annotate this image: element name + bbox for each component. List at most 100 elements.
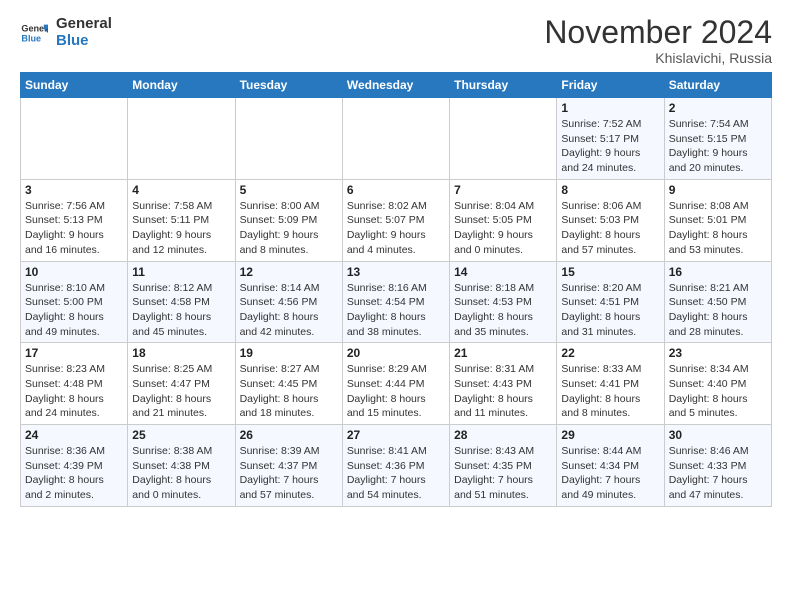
table-row: 16 Sunrise: 8:21 AMSunset: 4:50 PMDayligh… bbox=[664, 261, 771, 343]
day-number: 13 bbox=[347, 265, 445, 279]
day-number: 16 bbox=[669, 265, 767, 279]
table-row: 23 Sunrise: 8:34 AMSunset: 4:40 PMDayligh… bbox=[664, 343, 771, 425]
table-row: 10Sunrise: 8:10 AMSunset: 5:00 PMDayligh… bbox=[21, 261, 128, 343]
day-detail: Sunrise: 8:36 AMSunset: 4:39 PMDaylight:… bbox=[25, 444, 123, 503]
table-row: 24 Sunrise: 8:36 AMSunset: 4:39 PMDayligh… bbox=[21, 425, 128, 507]
day-detail: Sunrise: 8:41 AMSunset: 4:36 PMDaylight:… bbox=[347, 444, 445, 503]
day-number: 12 bbox=[240, 265, 338, 279]
day-detail: Sunrise: 8:06 AMSunset: 5:03 PMDaylight:… bbox=[561, 199, 659, 258]
day-detail: Sunrise: 8:12 AMSunset: 4:58 PMDaylight:… bbox=[132, 281, 230, 340]
table-row: 14 Sunrise: 8:18 AMSunset: 4:53 PMDayligh… bbox=[450, 261, 557, 343]
day-number: 14 bbox=[454, 265, 552, 279]
day-detail: Sunrise: 8:34 AMSunset: 4:40 PMDaylight:… bbox=[669, 362, 767, 421]
table-row bbox=[128, 98, 235, 180]
table-row: 3Sunrise: 7:56 AMSunset: 5:13 PMDaylight… bbox=[21, 179, 128, 261]
day-number: 3 bbox=[25, 183, 123, 197]
day-number: 5 bbox=[240, 183, 338, 197]
table-row: 21 Sunrise: 8:31 AMSunset: 4:43 PMDayligh… bbox=[450, 343, 557, 425]
day-number: 28 bbox=[454, 428, 552, 442]
day-detail: Sunrise: 8:33 AMSunset: 4:41 PMDaylight:… bbox=[561, 362, 659, 421]
day-detail: Sunrise: 8:38 AMSunset: 4:38 PMDaylight:… bbox=[132, 444, 230, 503]
day-detail: Sunrise: 8:21 AMSunset: 4:50 PMDaylight:… bbox=[669, 281, 767, 340]
table-row: 27 Sunrise: 8:41 AMSunset: 4:36 PMDayligh… bbox=[342, 425, 449, 507]
day-number: 22 bbox=[561, 346, 659, 360]
day-number: 11 bbox=[132, 265, 230, 279]
table-row: 28 Sunrise: 8:43 AMSunset: 4:35 PMDayligh… bbox=[450, 425, 557, 507]
day-detail: Sunrise: 7:58 AMSunset: 5:11 PMDaylight:… bbox=[132, 199, 230, 258]
table-row: 11 Sunrise: 8:12 AMSunset: 4:58 PMDayligh… bbox=[128, 261, 235, 343]
calendar: Sunday Monday Tuesday Wednesday Thursday… bbox=[20, 72, 772, 507]
day-number: 18 bbox=[132, 346, 230, 360]
day-detail: Sunrise: 8:46 AMSunset: 4:33 PMDaylight:… bbox=[669, 444, 767, 503]
table-row: 18 Sunrise: 8:25 AMSunset: 4:47 PMDayligh… bbox=[128, 343, 235, 425]
calendar-week-1: 3Sunrise: 7:56 AMSunset: 5:13 PMDaylight… bbox=[21, 179, 772, 261]
month-title: November 2024 bbox=[544, 16, 772, 48]
day-number: 10 bbox=[25, 265, 123, 279]
day-detail: Sunrise: 8:14 AMSunset: 4:56 PMDaylight:… bbox=[240, 281, 338, 340]
day-number: 19 bbox=[240, 346, 338, 360]
table-row: 15 Sunrise: 8:20 AMSunset: 4:51 PMDayligh… bbox=[557, 261, 664, 343]
day-detail: Sunrise: 7:54 AMSunset: 5:15 PMDaylight:… bbox=[669, 117, 767, 176]
table-row bbox=[450, 98, 557, 180]
day-number: 23 bbox=[669, 346, 767, 360]
calendar-week-0: 1Sunrise: 7:52 AMSunset: 5:17 PMDaylight… bbox=[21, 98, 772, 180]
table-row: 25 Sunrise: 8:38 AMSunset: 4:38 PMDayligh… bbox=[128, 425, 235, 507]
table-row: 30 Sunrise: 8:46 AMSunset: 4:33 PMDayligh… bbox=[664, 425, 771, 507]
day-detail: Sunrise: 8:16 AMSunset: 4:54 PMDaylight:… bbox=[347, 281, 445, 340]
day-detail: Sunrise: 8:23 AMSunset: 4:48 PMDaylight:… bbox=[25, 362, 123, 421]
table-row: 5 Sunrise: 8:00 AMSunset: 5:09 PMDaylight… bbox=[235, 179, 342, 261]
day-number: 1 bbox=[561, 101, 659, 115]
table-row: 1Sunrise: 7:52 AMSunset: 5:17 PMDaylight… bbox=[557, 98, 664, 180]
day-detail: Sunrise: 8:18 AMSunset: 4:53 PMDaylight:… bbox=[454, 281, 552, 340]
day-number: 8 bbox=[561, 183, 659, 197]
col-tuesday: Tuesday bbox=[235, 73, 342, 98]
day-number: 15 bbox=[561, 265, 659, 279]
day-detail: Sunrise: 8:43 AMSunset: 4:35 PMDaylight:… bbox=[454, 444, 552, 503]
day-detail: Sunrise: 8:27 AMSunset: 4:45 PMDaylight:… bbox=[240, 362, 338, 421]
table-row: 7 Sunrise: 8:04 AMSunset: 5:05 PMDaylight… bbox=[450, 179, 557, 261]
table-row: 26Sunrise: 8:39 AMSunset: 4:37 PMDayligh… bbox=[235, 425, 342, 507]
table-row: 2 Sunrise: 7:54 AMSunset: 5:15 PMDaylight… bbox=[664, 98, 771, 180]
table-row bbox=[21, 98, 128, 180]
logo-blue: Blue bbox=[56, 33, 112, 50]
logo-general: General bbox=[56, 16, 112, 33]
day-number: 17 bbox=[25, 346, 123, 360]
day-detail: Sunrise: 8:20 AMSunset: 4:51 PMDaylight:… bbox=[561, 281, 659, 340]
table-row: 4Sunrise: 7:58 AMSunset: 5:11 PMDaylight… bbox=[128, 179, 235, 261]
table-row: 22 Sunrise: 8:33 AMSunset: 4:41 PMDayligh… bbox=[557, 343, 664, 425]
day-detail: Sunrise: 8:25 AMSunset: 4:47 PMDaylight:… bbox=[132, 362, 230, 421]
logo: General Blue General Blue bbox=[20, 16, 112, 49]
day-detail: Sunrise: 8:44 AMSunset: 4:34 PMDaylight:… bbox=[561, 444, 659, 503]
day-detail: Sunrise: 8:00 AMSunset: 5:09 PMDaylight:… bbox=[240, 199, 338, 258]
calendar-week-3: 17 Sunrise: 8:23 AMSunset: 4:48 PMDayligh… bbox=[21, 343, 772, 425]
table-row: 17 Sunrise: 8:23 AMSunset: 4:48 PMDayligh… bbox=[21, 343, 128, 425]
table-row: 12 Sunrise: 8:14 AMSunset: 4:56 PMDayligh… bbox=[235, 261, 342, 343]
col-sunday: Sunday bbox=[21, 73, 128, 98]
day-detail: Sunrise: 8:02 AMSunset: 5:07 PMDaylight:… bbox=[347, 199, 445, 258]
calendar-week-2: 10Sunrise: 8:10 AMSunset: 5:00 PMDayligh… bbox=[21, 261, 772, 343]
page: General Blue General Blue November 2024 … bbox=[0, 0, 792, 517]
day-number: 27 bbox=[347, 428, 445, 442]
table-row: 19 Sunrise: 8:27 AMSunset: 4:45 PMDayligh… bbox=[235, 343, 342, 425]
table-row: 8 Sunrise: 8:06 AMSunset: 5:03 PMDaylight… bbox=[557, 179, 664, 261]
table-row bbox=[342, 98, 449, 180]
day-number: 7 bbox=[454, 183, 552, 197]
day-number: 25 bbox=[132, 428, 230, 442]
calendar-header-row: Sunday Monday Tuesday Wednesday Thursday… bbox=[21, 73, 772, 98]
day-number: 9 bbox=[669, 183, 767, 197]
day-number: 30 bbox=[669, 428, 767, 442]
day-detail: Sunrise: 8:08 AMSunset: 5:01 PMDaylight:… bbox=[669, 199, 767, 258]
day-number: 21 bbox=[454, 346, 552, 360]
day-number: 6 bbox=[347, 183, 445, 197]
table-row: 29 Sunrise: 8:44 AMSunset: 4:34 PMDayligh… bbox=[557, 425, 664, 507]
day-number: 26 bbox=[240, 428, 338, 442]
calendar-week-4: 24 Sunrise: 8:36 AMSunset: 4:39 PMDayligh… bbox=[21, 425, 772, 507]
day-detail: Sunrise: 8:04 AMSunset: 5:05 PMDaylight:… bbox=[454, 199, 552, 258]
day-number: 29 bbox=[561, 428, 659, 442]
day-number: 2 bbox=[669, 101, 767, 115]
svg-text:Blue: Blue bbox=[21, 33, 41, 43]
table-row: 13 Sunrise: 8:16 AMSunset: 4:54 PMDayligh… bbox=[342, 261, 449, 343]
table-row bbox=[235, 98, 342, 180]
day-detail: Sunrise: 8:31 AMSunset: 4:43 PMDaylight:… bbox=[454, 362, 552, 421]
day-number: 24 bbox=[25, 428, 123, 442]
